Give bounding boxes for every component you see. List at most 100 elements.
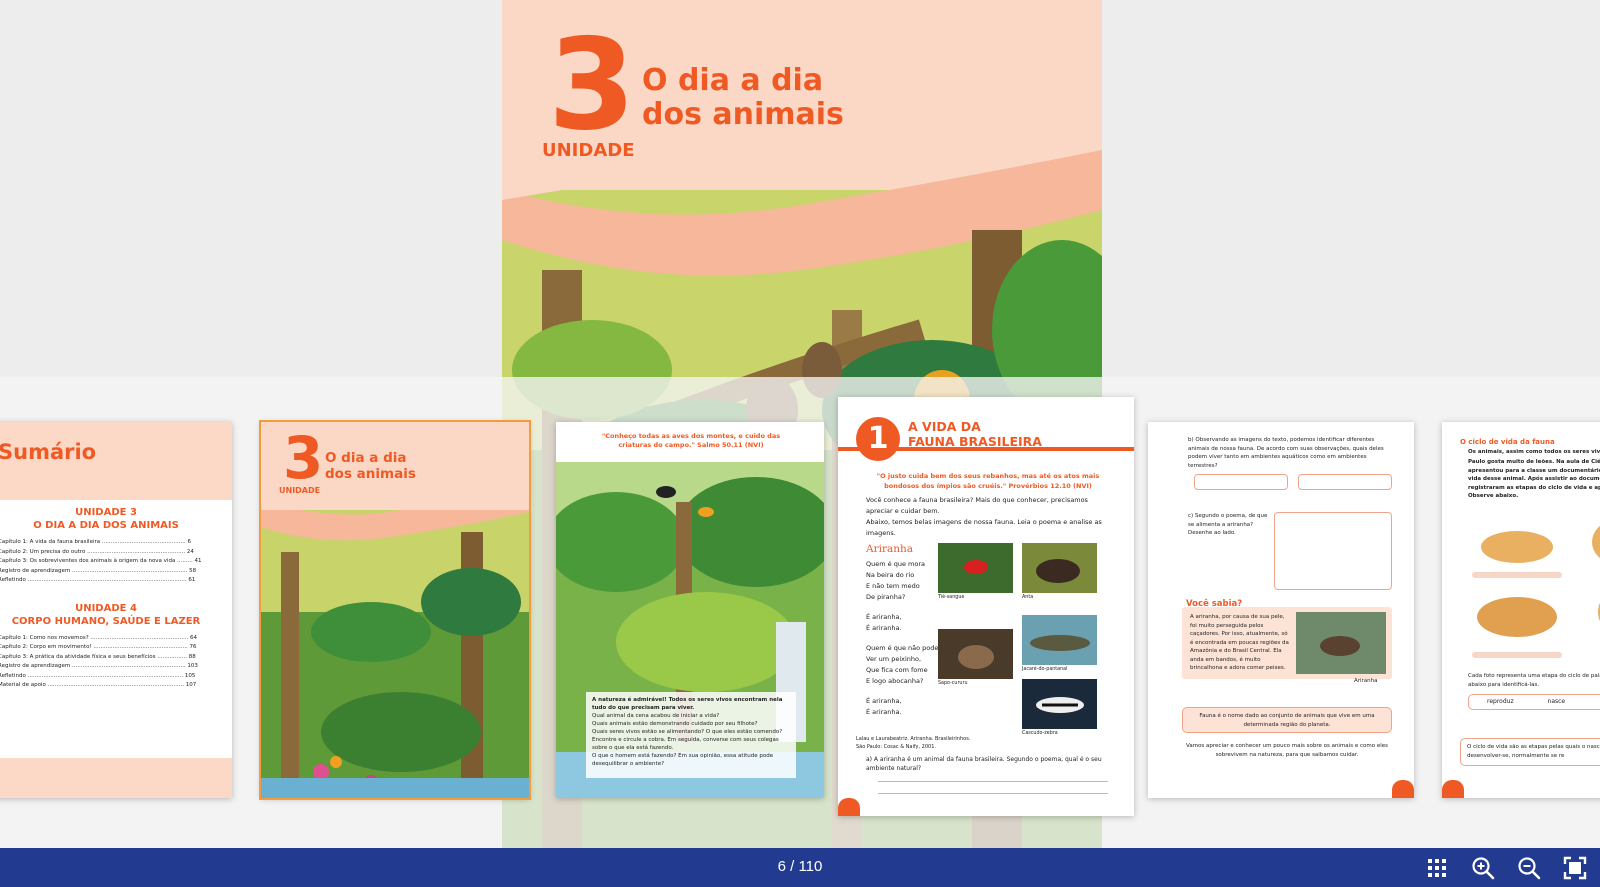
fauna-quote: "O justo cuida bem dos seus rebanhos, ma… [876, 472, 1100, 490]
cover-title: O dia a dia dos animais [325, 450, 445, 482]
forest-quote: "Conheço todas as aves dos montes, e cui… [601, 432, 781, 449]
life-cycle-definition: O ciclo de vida são as etapas pelas quai… [1460, 738, 1600, 766]
photo-label: Ariranha [1354, 678, 1378, 684]
book-viewer[interactable]: 3 UNIDADE O dia a dia dos animais Sumári… [0, 0, 1600, 848]
toc-item: Refletindo .............................… [0, 672, 196, 679]
poem-line: Que fica com fome [866, 666, 928, 674]
photo-label: Jacaré-do-pantanal [1022, 667, 1068, 672]
life-cycle-intro: Os animais, assim como todos os seres vi… [1468, 449, 1600, 455]
page-thumbnail-forest[interactable]: "Conheço todas as aves dos montes, e cui… [556, 422, 824, 798]
toc-item: Refletindo .............................… [0, 577, 196, 583]
poem-line: É ariranha, [866, 697, 902, 705]
grid-view-icon[interactable] [1424, 855, 1450, 881]
page-indicator: 6 / 110 [777, 858, 823, 875]
poem-line: Ver um peixinho, [866, 655, 922, 663]
page-thumbnail-strip[interactable]: Sumário UNIDADE 3 O DIA A DIA DOS ANIMAI… [0, 377, 1600, 848]
chapter-number: 1 [856, 417, 900, 461]
poem-line: Quem é que mora [866, 560, 925, 568]
poem-line: De piranha? [866, 593, 906, 601]
forest-box-item: Quais animais estão demonstrando cuidado… [592, 721, 758, 727]
photo-label: Anta [1022, 595, 1034, 600]
question-b: b) Observando as imagens do texto, podem… [1188, 437, 1384, 469]
lion-stages-illustration [1472, 526, 1600, 658]
photo-sapo-cururu [938, 629, 1013, 679]
chapter-title-line1: A VIDA DA [908, 419, 981, 434]
page-thumbnail-sumario[interactable]: Sumário UNIDADE 3 O DIA A DIA DOS ANIMAI… [0, 422, 232, 798]
unit-title-line2: dos animais [642, 97, 844, 132]
unit-label: UNIDADE [542, 140, 635, 161]
cover-title-line2: dos animais [325, 466, 416, 482]
fauna-bullet: Abaixo, temos belas imagens de nossa fau… [866, 518, 1102, 537]
answer-field [1298, 474, 1392, 490]
toc-item: Capítulo 1: Como nos movemos? ..........… [0, 634, 198, 641]
closing-text: Vamos apreciar e conhecer um pouco mais … [1186, 743, 1388, 758]
photo-label: Sapo-cururu [938, 681, 968, 686]
sumario-title: Sumário [0, 440, 97, 464]
unit3-label: UNIDADE 3 [75, 507, 137, 518]
unit3-list: Capítulo 1: A vida da fauna brasileira .… [0, 538, 232, 586]
life-cycle-item1: Paulo gosta muito de leões. Na aula de C… [1468, 459, 1600, 499]
question-a: a) A ariranha é um animal da fauna brasi… [866, 756, 1102, 772]
answer-line [878, 781, 1108, 782]
did-you-know-text: A ariranha, por causa de sua pele, foi m… [1190, 614, 1289, 671]
photo-tie-sangue [938, 543, 1013, 593]
poem-line: E não tem medo [866, 582, 920, 590]
forest-question-box: A natureza é admirável! Todos os seres v… [586, 692, 796, 778]
zoom-out-icon[interactable] [1516, 855, 1542, 881]
drawing-box [1274, 512, 1392, 590]
fauna-intro: Você conhece a fauna brasileira? Mais do… [866, 495, 1116, 539]
page-thumbnail-cover[interactable]: 3 UNIDADE O dia a dia dos animais [259, 420, 531, 800]
chapter-title-line2: FAUNA BRASILEIRA [908, 434, 1042, 449]
unit-title-line1: O dia a dia [642, 63, 824, 98]
unit-title: O dia a dia dos animais [642, 64, 902, 132]
unit3-name: O DIA A DIA DOS ANIMAIS [33, 520, 179, 531]
question-c: c) Segundo o poema, de que se alimenta a… [1188, 513, 1268, 536]
unit4-label: UNIDADE 4 [75, 602, 137, 614]
cover-unit-label: UNIDADE [279, 486, 321, 495]
toc-item: Material de apoio ......................… [0, 682, 197, 688]
poem-line: Quem é que não pode [866, 644, 939, 652]
poem-gap [866, 603, 946, 612]
fauna-definition-box: Fauna é o nome dado ao conjunto de anima… [1182, 707, 1392, 733]
page-thumbnail-questions[interactable]: b) Observando as imagens do texto, podem… [1148, 422, 1414, 798]
poem-line: Na beira do rio [866, 571, 915, 579]
fauna-intro-text: Você conhece a fauna brasileira? Mais do… [866, 496, 1088, 515]
photo-label: Cascudo-zebra [1022, 731, 1058, 736]
chapter-title: A VIDA DA FAUNA BRASILEIRA [908, 419, 1042, 449]
poem-line: É ariranha. [866, 708, 902, 716]
poem-gap [866, 687, 946, 696]
word-bank: reproduz nasce morre [1468, 694, 1600, 710]
fullscreen-icon[interactable] [1562, 855, 1588, 881]
cover-title-line1: O dia a dia [325, 450, 407, 466]
credit-line2: São Paulo: Cosac & Naify, 2001. [856, 744, 936, 750]
photo-jacare [1022, 615, 1097, 665]
poem-credit: Lalau e Laurabeatriz. Ariranha. Brasilei… [856, 735, 970, 751]
page-thumbnail-life-cycle[interactable]: O ciclo de vida da fauna Os animais, ass… [1442, 422, 1600, 798]
poem-line: É ariranha, [866, 613, 902, 621]
poem-title: Ariranha [866, 543, 914, 555]
did-you-know-title: Você sabia? [1186, 599, 1243, 609]
zoom-in-icon[interactable] [1470, 855, 1496, 881]
toc-item: Capítulo 2: Corpo em movimento! ........… [0, 644, 197, 650]
cover-unit-number: 3 [283, 424, 324, 492]
unit4-list: Capítulo 1: Como nos movemos? ..........… [0, 634, 232, 691]
unit4-name: CORPO HUMANO, SAÚDE E LAZER [11, 615, 201, 627]
credit-line1: Lalau e Laurabeatriz. Ariranha. Brasilei… [856, 736, 971, 742]
forest-box-text: A natureza é admirável! Todos os seres v… [592, 697, 783, 711]
poem-line: É ariranha. [866, 624, 902, 632]
page-number-tab [1442, 780, 1464, 798]
unit3-heading: UNIDADE 3 O DIA A DIA DOS ANIMAIS [0, 506, 232, 532]
poem-line: E logo abocanha? [866, 677, 924, 685]
answer-field [1194, 474, 1288, 490]
photo-anta [1022, 543, 1097, 593]
toc-item: Registro de aprendizagem ...............… [0, 663, 198, 669]
page-thumbnail-fauna[interactable]: 1 A VIDA DA FAUNA BRASILEIRA "O justo cu… [838, 397, 1134, 816]
word-option: reproduz [1487, 698, 1514, 705]
unit4-heading: UNIDADE 4 CORPO HUMANO, SAÚDE E LAZER [0, 602, 232, 628]
sumario-footer-wave [0, 758, 232, 798]
answer-line [878, 793, 1108, 794]
toc-item: Capítulo 1: A vida da fauna brasileira .… [0, 539, 192, 545]
forest-box-item: Quais seres vivos estão se alimentando? … [592, 729, 783, 735]
toc-item: Capítulo 3: Os sobreviventes dos animais… [0, 558, 202, 564]
sumario-header: Sumário [0, 422, 232, 500]
